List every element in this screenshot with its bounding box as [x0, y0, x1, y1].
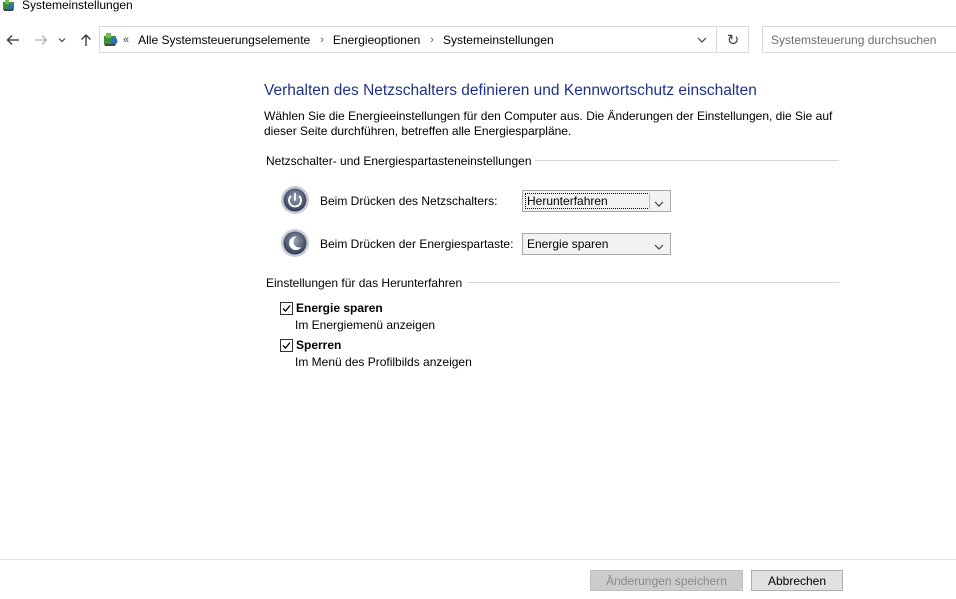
chevron-down-icon — [654, 240, 664, 250]
breadcrumb-all-items[interactable]: Alle Systemsteuerungselemente — [138, 33, 310, 47]
footer-divider — [0, 559, 956, 560]
page-description: Wählen Sie die Energieeinstellungen für … — [264, 109, 833, 138]
search-box[interactable] — [762, 26, 956, 53]
sleep-option-checkbox[interactable] — [280, 302, 293, 315]
chevron-down-icon — [58, 37, 66, 43]
sleep-option-label[interactable]: Energie sparen — [296, 301, 383, 315]
group-divider — [467, 282, 839, 283]
breadcrumb: « Alle Systemsteuerungselemente › Energi… — [123, 27, 564, 52]
page-title: Verhalten des Netzschalters definieren u… — [264, 82, 757, 99]
back-button[interactable] — [4, 31, 22, 49]
back-arrow-icon — [6, 34, 20, 46]
recent-locations-button[interactable] — [56, 31, 68, 49]
breadcrumb-separator[interactable]: › — [320, 34, 324, 46]
breadcrumb-separator[interactable]: › — [430, 34, 434, 46]
refresh-icon: ↻ — [726, 31, 740, 49]
control-panel-icon — [103, 32, 119, 48]
group-divider — [535, 160, 839, 161]
address-dropdown-icon[interactable] — [696, 34, 708, 46]
power-button-icon — [280, 185, 310, 215]
control-panel-icon — [2, 0, 16, 12]
breadcrumb-system-settings[interactable]: Systemeinstellungen — [443, 33, 554, 47]
lock-option-description: Im Menü des Profilbilds anzeigen — [295, 355, 472, 369]
breadcrumb-power-options[interactable]: Energieoptionen — [333, 33, 420, 47]
sleep-button-icon — [280, 228, 310, 258]
power-button-action-value: Herunterfahren — [527, 194, 608, 208]
sleep-button-action-select[interactable]: Energie sparen — [522, 233, 671, 255]
sleep-button-action-value: Energie sparen — [527, 237, 609, 251]
shutdown-settings-group-title: Einstellungen für das Herunterfahren — [266, 276, 463, 290]
select-divider — [649, 193, 650, 209]
power-button-label: Beim Drücken des Netzschalters: — [320, 194, 498, 208]
lock-option-label[interactable]: Sperren — [296, 338, 341, 352]
lock-option-checkbox[interactable] — [280, 339, 293, 352]
address-bar[interactable]: « Alle Systemsteuerungselemente › Energi… — [99, 26, 717, 53]
refresh-button[interactable]: ↻ — [718, 26, 749, 53]
power-button-action-select[interactable]: Herunterfahren — [522, 190, 671, 212]
forward-button[interactable] — [32, 31, 50, 49]
sleep-button-label: Beim Drücken der Energiespartaste: — [320, 237, 514, 251]
search-input[interactable] — [771, 28, 951, 51]
breadcrumb-overflow[interactable]: « — [123, 34, 129, 46]
save-changes-button[interactable]: Änderungen speichern — [590, 570, 743, 591]
up-arrow-icon — [80, 33, 92, 47]
power-buttons-group-title: Netzschalter- und Energiespartasteneinst… — [266, 154, 532, 168]
title-bar: Systemeinstellungen — [0, 0, 956, 14]
cancel-button[interactable]: Abbrechen — [751, 570, 843, 591]
window-title: Systemeinstellungen — [22, 0, 133, 12]
chevron-down-icon — [654, 197, 664, 207]
up-button[interactable] — [77, 31, 95, 49]
forward-arrow-icon — [34, 34, 48, 46]
sleep-option-description: Im Energiemenü anzeigen — [295, 318, 436, 332]
